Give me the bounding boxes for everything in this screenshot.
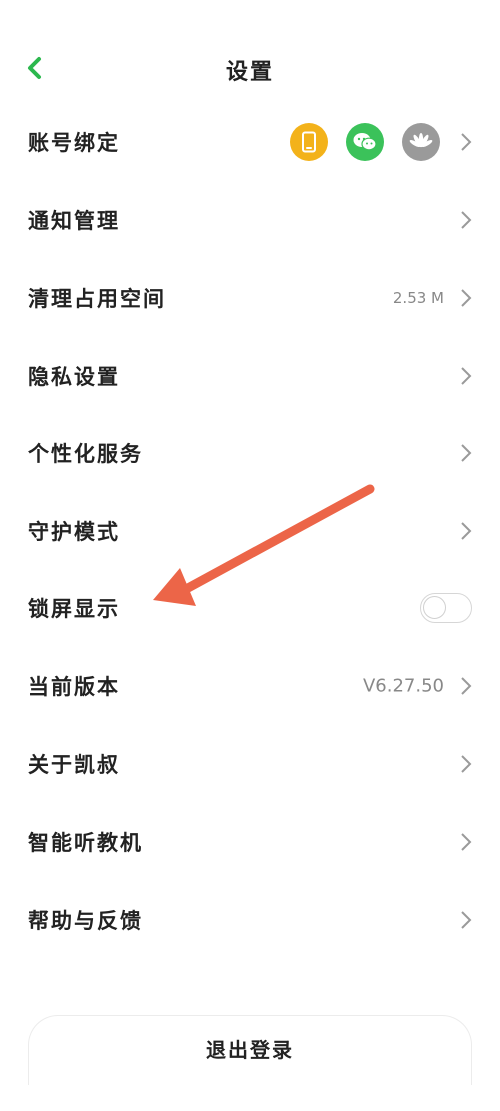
settings-item-lock-screen-display: 锁屏显示 <box>0 578 500 638</box>
chevron-right-icon <box>461 833 472 851</box>
settings-item-personalized-service[interactable]: 个性化服务 <box>0 423 500 483</box>
settings-item-about[interactable]: 关于凯叔 <box>0 734 500 794</box>
settings-item-label: 个性化服务 <box>28 441 143 466</box>
logout-button[interactable]: 退出登录 <box>28 1015 472 1085</box>
logout-label: 退出登录 <box>206 1038 294 1062</box>
settings-item-notifications[interactable]: 通知管理 <box>0 190 500 250</box>
toggle-knob <box>423 596 446 619</box>
storage-size-value: 2.53 M <box>392 289 444 307</box>
chevron-right-icon <box>461 289 472 307</box>
lock-screen-toggle[interactable] <box>420 593 472 623</box>
settings-item-guardian-mode[interactable]: 守护模式 <box>0 501 500 561</box>
chevron-right-icon <box>461 367 472 385</box>
settings-item-label: 智能听教机 <box>28 830 143 855</box>
chevron-right-icon <box>461 133 472 151</box>
huawei-icon[interactable] <box>402 123 440 161</box>
version-value: V6.27.50 <box>362 675 444 697</box>
settings-item-help-feedback[interactable]: 帮助与反馈 <box>0 890 500 950</box>
settings-item-label: 守护模式 <box>28 519 120 544</box>
settings-item-account-binding[interactable]: 账号绑定 <box>0 112 500 172</box>
settings-item-label: 账号绑定 <box>28 130 120 155</box>
settings-item-current-version[interactable]: 当前版本 V6.27.50 <box>0 656 500 716</box>
chevron-right-icon <box>461 677 472 695</box>
settings-item-label: 当前版本 <box>28 674 120 699</box>
settings-item-label: 通知管理 <box>28 208 120 233</box>
settings-item-label: 锁屏显示 <box>28 596 120 621</box>
settings-item-clear-storage[interactable]: 清理占用空间 2.53 M <box>0 268 500 328</box>
chevron-right-icon <box>461 211 472 229</box>
settings-item-smart-player[interactable]: 智能听教机 <box>0 812 500 872</box>
wechat-icon[interactable] <box>346 123 384 161</box>
settings-item-label: 帮助与反馈 <box>28 908 143 933</box>
chevron-right-icon <box>461 755 472 773</box>
chevron-right-icon <box>461 911 472 929</box>
settings-item-label: 清理占用空间 <box>28 286 166 311</box>
page-title: 设置 <box>225 59 274 85</box>
settings-item-label: 隐私设置 <box>28 364 120 389</box>
settings-item-label: 关于凯叔 <box>28 752 120 777</box>
chevron-right-icon <box>461 522 472 540</box>
chevron-right-icon <box>461 444 472 462</box>
phone-icon[interactable] <box>290 123 328 161</box>
settings-item-privacy[interactable]: 隐私设置 <box>0 346 500 406</box>
